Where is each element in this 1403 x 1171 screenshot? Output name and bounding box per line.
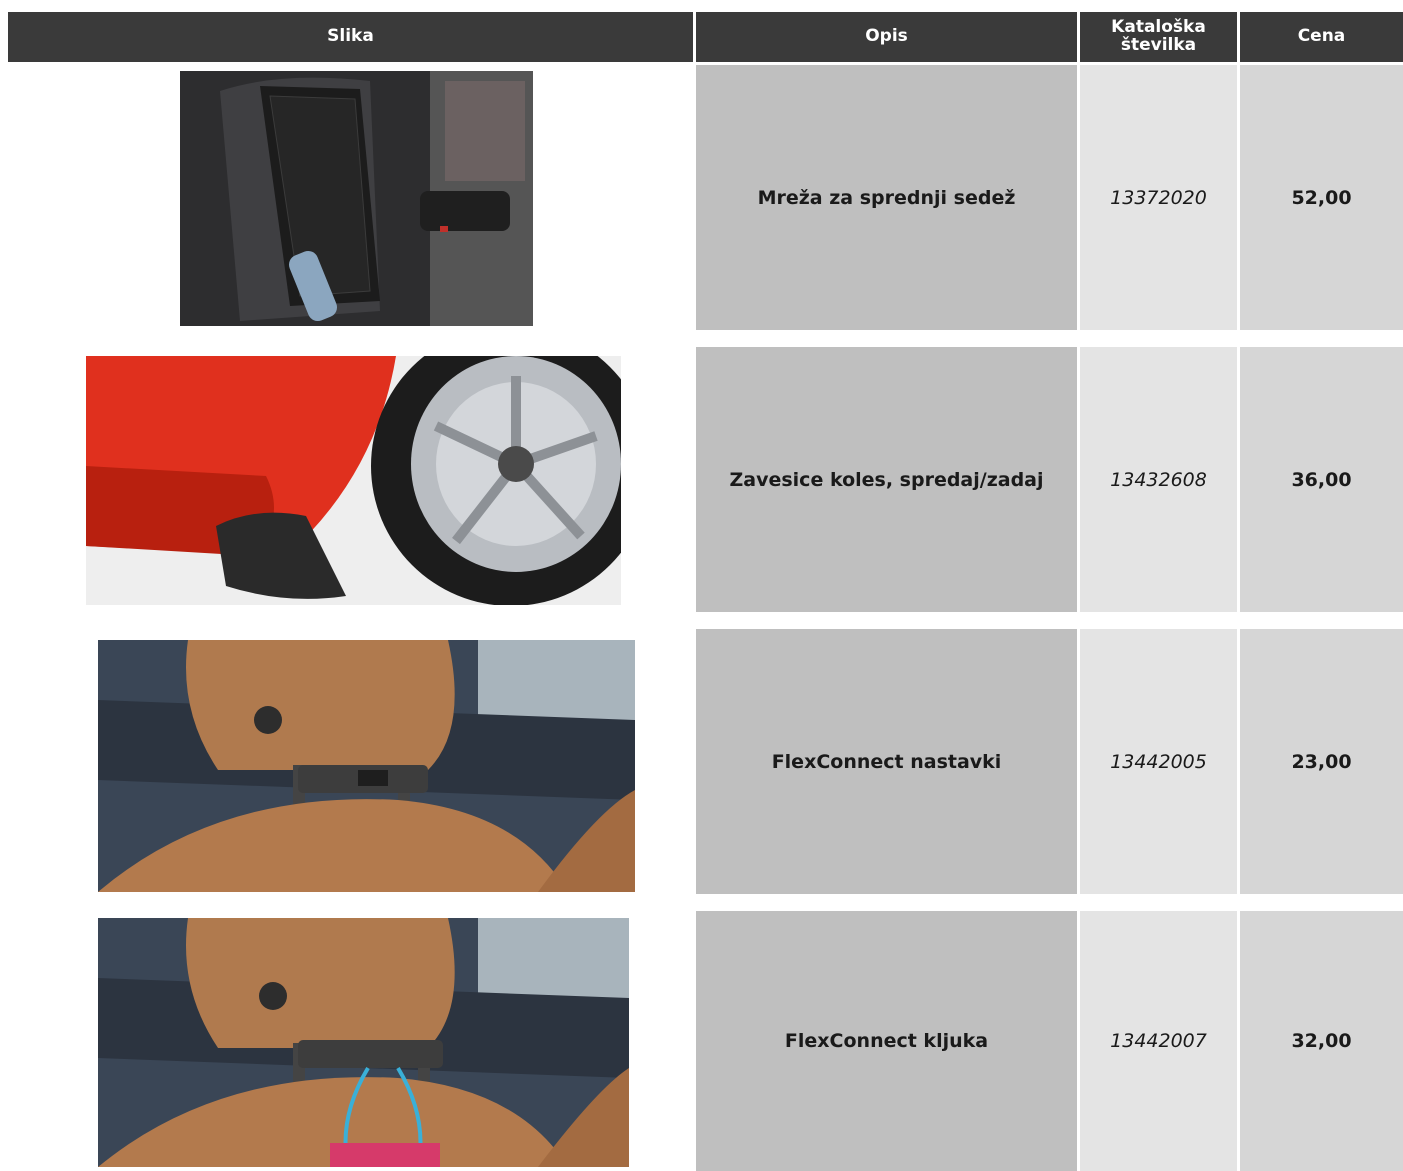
row-4-description-text: FlexConnect kljuka bbox=[784, 1030, 989, 1052]
header-catalog-label: Kataloška številka bbox=[1111, 17, 1206, 55]
header-description-label: Opis bbox=[865, 26, 908, 47]
header-price-label: Cena bbox=[1297, 26, 1346, 47]
row-4-price: 32,00 bbox=[1240, 911, 1403, 1171]
header-image-label: Slika bbox=[327, 26, 374, 47]
row-4-description: FlexConnect kljuka bbox=[696, 911, 1077, 1171]
header-catalog: Kataloška številka bbox=[1080, 12, 1237, 62]
row-2-price-text: 36,00 bbox=[1291, 468, 1352, 491]
row-1-catalog: 13372020 bbox=[1080, 65, 1237, 330]
row-2-description: Zavesice koles, spredaj/zadaj bbox=[696, 347, 1077, 612]
row-3-description: FlexConnect nastavki bbox=[696, 629, 1077, 894]
row-3-price: 23,00 bbox=[1240, 629, 1403, 894]
row-1-description: Mreža za sprednji sedež bbox=[696, 65, 1077, 330]
row-4-price-text: 32,00 bbox=[1291, 1030, 1352, 1052]
row-1-description-text: Mreža za sprednji sedež bbox=[757, 186, 1016, 209]
row-2-description-text: Zavesice koles, spredaj/zadaj bbox=[729, 468, 1044, 491]
front-seat-net-photo bbox=[180, 71, 533, 326]
header-description: Opis bbox=[696, 12, 1077, 62]
mud-flaps-photo bbox=[86, 356, 621, 605]
row-1-catalog-text: 13372020 bbox=[1110, 186, 1207, 209]
flexconnect-hook-photo bbox=[98, 918, 629, 1167]
row-2-price: 36,00 bbox=[1240, 347, 1403, 612]
row-1-price-text: 52,00 bbox=[1291, 186, 1352, 209]
row-2-catalog: 13432608 bbox=[1080, 347, 1237, 612]
row-2-catalog-text: 13432608 bbox=[1110, 468, 1207, 491]
row-1-price: 52,00 bbox=[1240, 65, 1403, 330]
header-image: Slika bbox=[8, 12, 693, 62]
flexconnect-adapter-photo bbox=[98, 640, 635, 892]
row-3-description-text: FlexConnect nastavki bbox=[771, 750, 1002, 773]
header-price: Cena bbox=[1240, 12, 1403, 62]
row-4-catalog-text: 13442007 bbox=[1110, 1030, 1207, 1052]
row-3-price-text: 23,00 bbox=[1291, 750, 1352, 773]
row-4-catalog: 13442007 bbox=[1080, 911, 1237, 1171]
row-3-catalog-text: 13442005 bbox=[1110, 750, 1207, 773]
row-3-catalog: 13442005 bbox=[1080, 629, 1237, 894]
